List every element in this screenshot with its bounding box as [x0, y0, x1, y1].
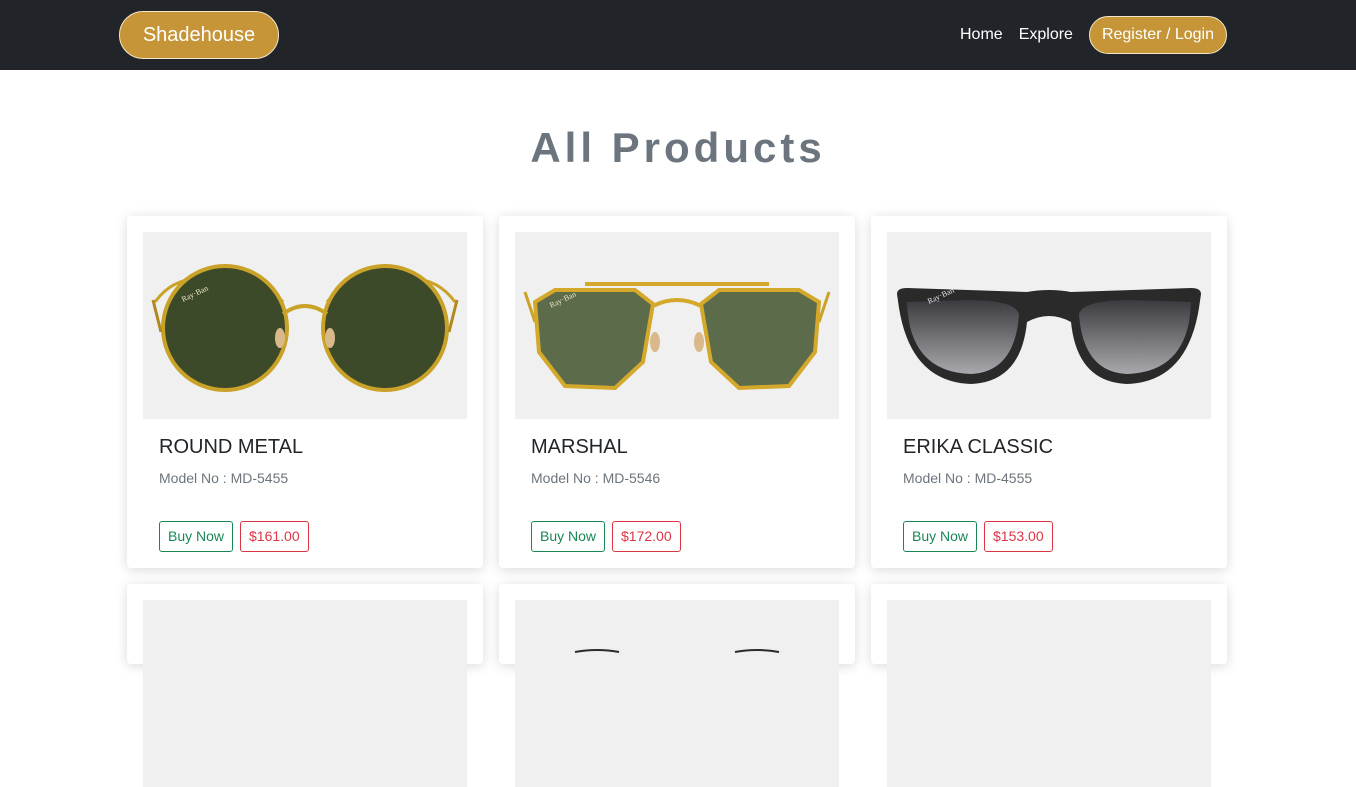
product-model: Model No : MD-5546: [531, 470, 661, 486]
product-model: Model No : MD-5455: [159, 470, 289, 486]
product-image[interactable]: Ray·Ban: [143, 232, 467, 419]
product-image[interactable]: Ray·Ban: [887, 232, 1211, 419]
page-title: All Products: [530, 124, 826, 171]
product-image[interactable]: Ray·Ban: [515, 232, 839, 419]
product-card: [499, 584, 855, 787]
product-name: ROUND METAL: [159, 436, 304, 458]
nav-link-home[interactable]: Home: [952, 16, 1011, 54]
nav-links: Home Explore Register / Login: [952, 16, 1227, 54]
product-name: MARSHAL: [531, 436, 628, 458]
nav-link-explore[interactable]: Explore: [1011, 16, 1081, 54]
product-name: ERIKA CLASSIC: [903, 436, 1054, 458]
product-grid: Ray·Ban ROUND METAL Model No : MD-5455 B…: [127, 216, 1227, 787]
product-image[interactable]: [887, 600, 1211, 787]
buy-now-button[interactable]: Buy Now: [531, 521, 606, 552]
price-badge: $161.00: [240, 521, 309, 552]
buy-now-button[interactable]: Buy Now: [159, 521, 234, 552]
product-image[interactable]: [515, 600, 839, 787]
product-card: Ray·Ban ROUND METAL Model No : MD-5455 B…: [127, 216, 483, 568]
product-model: Model No : MD-4555: [903, 470, 1033, 486]
buy-now-button[interactable]: Buy Now: [903, 521, 978, 552]
product-card: [127, 584, 483, 787]
product-image[interactable]: [143, 600, 467, 787]
product-card: Ray·Ban MARSHAL Model No : MD-5546 Buy N…: [499, 216, 855, 568]
product-card: Ray·Ban ERIKA CLASSIC Model No : MD-4555…: [871, 216, 1227, 568]
product-card: [871, 584, 1227, 787]
navbar: Shadehouse Home Explore Register / Login: [0, 0, 1356, 70]
price-badge: $172.00: [612, 521, 681, 552]
register-login-button[interactable]: Register / Login: [1088, 16, 1227, 54]
price-badge: $153.00: [984, 521, 1053, 552]
brand-button[interactable]: Shadehouse: [119, 11, 279, 59]
